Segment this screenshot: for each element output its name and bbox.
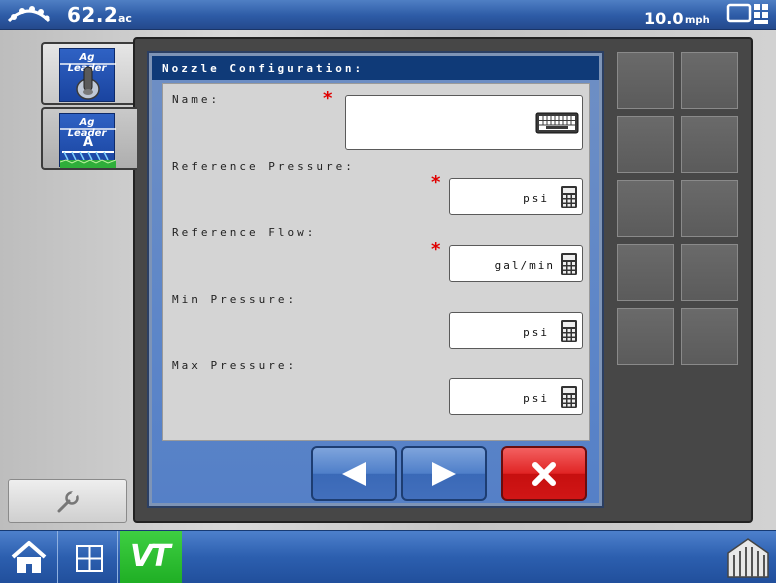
keyboard-icon[interactable]	[535, 112, 579, 134]
status-bar: 62.2 ac 10.0 mph	[0, 0, 776, 30]
reference-pressure-label: Reference Pressure:	[172, 160, 355, 173]
empty-slot[interactable]	[617, 52, 674, 109]
empty-slot[interactable]	[617, 116, 674, 173]
empty-slot[interactable]	[681, 244, 738, 301]
required-marker: *	[431, 239, 441, 260]
reference-flow-input[interactable]: gal/min	[449, 245, 583, 282]
empty-slot[interactable]	[681, 116, 738, 173]
wrench-icon	[57, 489, 79, 513]
form-area: Name: * Reference Pressure: * psi Refere…	[162, 83, 590, 441]
display-settings-icon[interactable]	[726, 2, 772, 26]
dialog-title: Nozzle Configuration:	[152, 56, 599, 80]
name-input[interactable]	[345, 95, 583, 150]
max-pressure-label: Max Pressure:	[172, 359, 298, 372]
tab-sprayer[interactable]: Ag Leader A	[41, 107, 137, 170]
ag-leader-logo: Ag Leader	[59, 48, 116, 102]
machine-shed-icon[interactable]	[724, 533, 772, 581]
cancel-button[interactable]	[501, 446, 587, 501]
home-icon	[11, 541, 47, 573]
taskbar: VT	[0, 530, 776, 583]
home-button[interactable]	[0, 531, 58, 583]
speed-value: 10.0	[644, 9, 684, 28]
area-unit: ac	[118, 12, 132, 25]
sprayer-icon: A	[60, 128, 116, 168]
arrow-left-icon	[342, 462, 366, 486]
empty-slot[interactable]	[681, 308, 738, 365]
tab-joystick[interactable]: Ag Leader	[41, 42, 136, 105]
input-unit: psi	[523, 192, 549, 205]
empty-slot[interactable]	[681, 52, 738, 109]
required-marker: *	[323, 88, 333, 109]
speed-unit: mph	[685, 15, 710, 26]
input-unit: psi	[523, 326, 549, 339]
grid-icon	[76, 545, 103, 572]
calculator-icon[interactable]	[560, 385, 578, 409]
close-icon	[532, 462, 556, 486]
min-pressure-label: Min Pressure:	[172, 293, 298, 306]
ag-leader-logo: Ag Leader A	[59, 113, 116, 168]
input-unit: psi	[523, 392, 549, 405]
max-pressure-input[interactable]: psi	[449, 378, 583, 415]
virtual-terminal-button[interactable]: VT	[120, 531, 182, 583]
required-marker: *	[431, 172, 441, 193]
next-button[interactable]	[401, 446, 487, 501]
calculator-icon[interactable]	[560, 319, 578, 343]
back-button[interactable]	[311, 446, 397, 501]
reference-flow-label: Reference Flow:	[172, 226, 317, 239]
area-value: 62.2	[67, 3, 119, 27]
empty-slot[interactable]	[617, 244, 674, 301]
input-unit: gal/min	[494, 259, 555, 272]
vt-label: VT	[130, 539, 171, 574]
svg-text:A: A	[83, 135, 93, 150]
min-pressure-input[interactable]: psi	[449, 312, 583, 349]
calculator-icon[interactable]	[560, 252, 578, 276]
layout-button[interactable]	[60, 531, 118, 583]
settings-button[interactable]	[8, 479, 127, 523]
satellite-icon[interactable]	[6, 3, 52, 25]
empty-slot[interactable]	[617, 180, 674, 237]
reference-pressure-input[interactable]: psi	[449, 178, 583, 215]
joystick-icon	[60, 63, 116, 100]
arrow-right-icon	[432, 462, 456, 486]
dialog-body: Nozzle Configuration: Name: * Reference …	[152, 56, 599, 503]
name-label: Name:	[172, 93, 221, 106]
empty-slot[interactable]	[681, 180, 738, 237]
empty-slot[interactable]	[617, 308, 674, 365]
nozzle-config-dialog: Nozzle Configuration: Name: * Reference …	[147, 51, 604, 508]
calculator-icon[interactable]	[560, 185, 578, 209]
